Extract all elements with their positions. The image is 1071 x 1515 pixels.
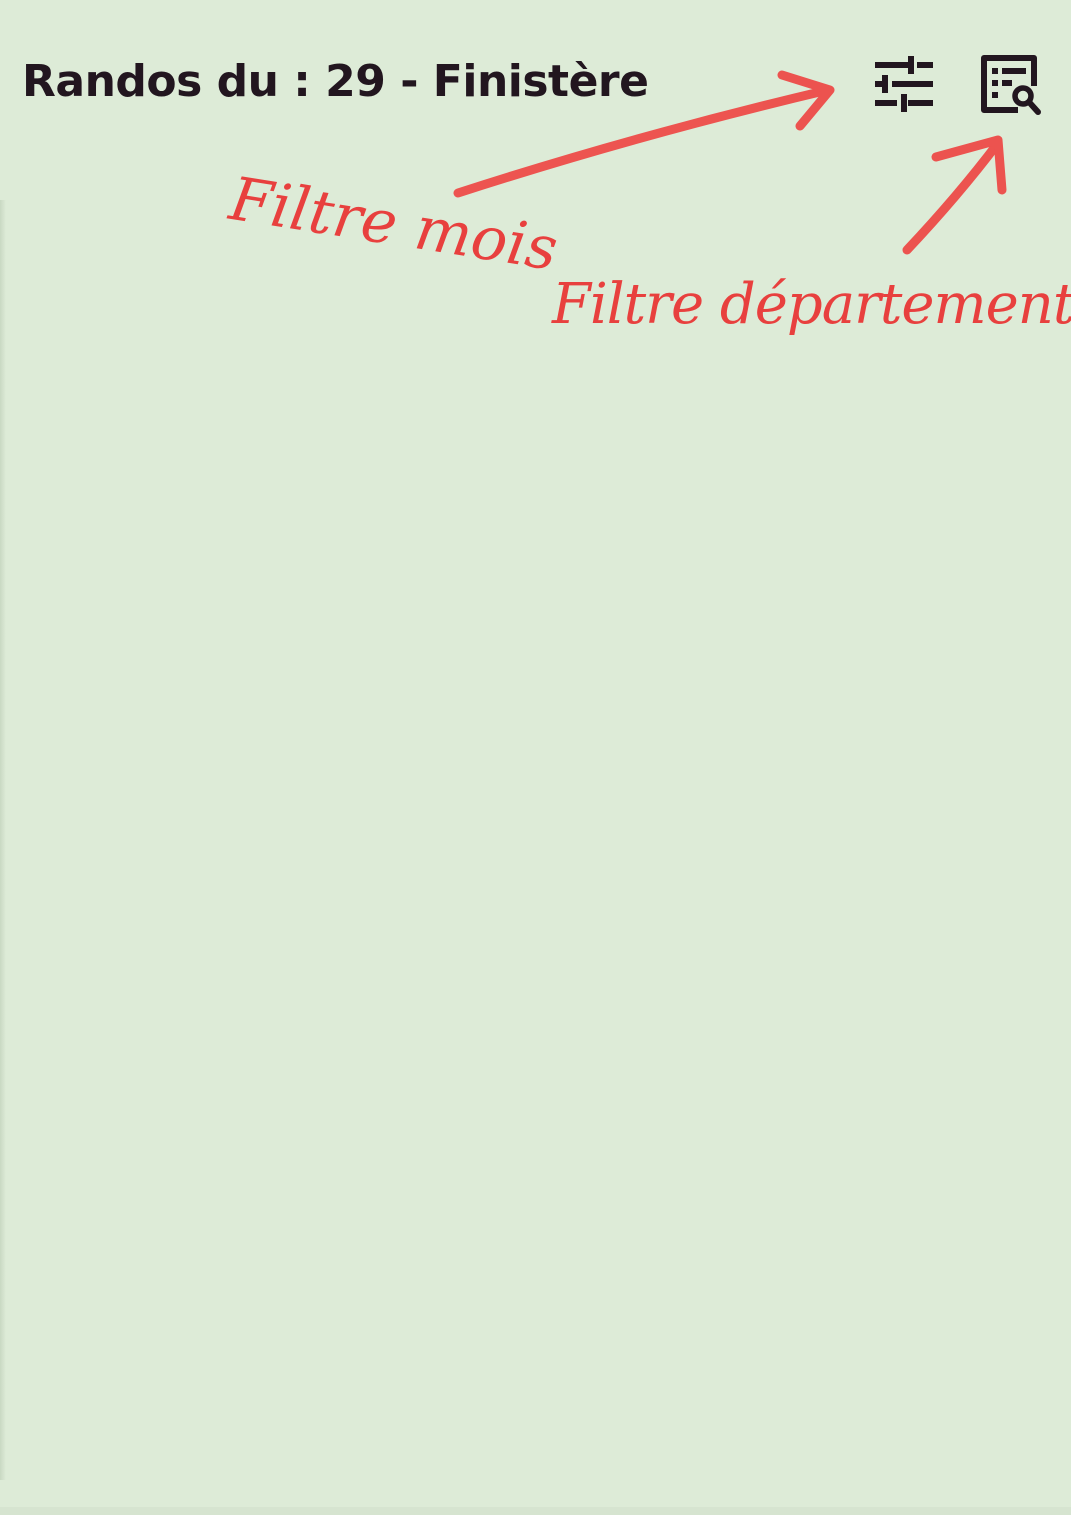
month-filter-annotation: Filtre mois [225, 164, 563, 285]
app-bar: Randos du : 29 - Finistère [0, 0, 1071, 150]
month-filter-button[interactable] [866, 48, 938, 120]
tune-icon [875, 56, 933, 112]
search-document-icon [981, 55, 1041, 115]
department-filter-arrow-shaft [902, 138, 1003, 255]
department-filter-annotation: Filtre département [552, 272, 1071, 337]
department-filter-button[interactable] [972, 48, 1044, 120]
page-title: Randos du : 29 - Finistère [22, 56, 649, 107]
screen-edge [0, 200, 6, 1480]
screen-bottom-edge [0, 1507, 1071, 1515]
app-screen: Randos du : 29 - Finistère Filtre mois F… [0, 0, 1071, 1515]
